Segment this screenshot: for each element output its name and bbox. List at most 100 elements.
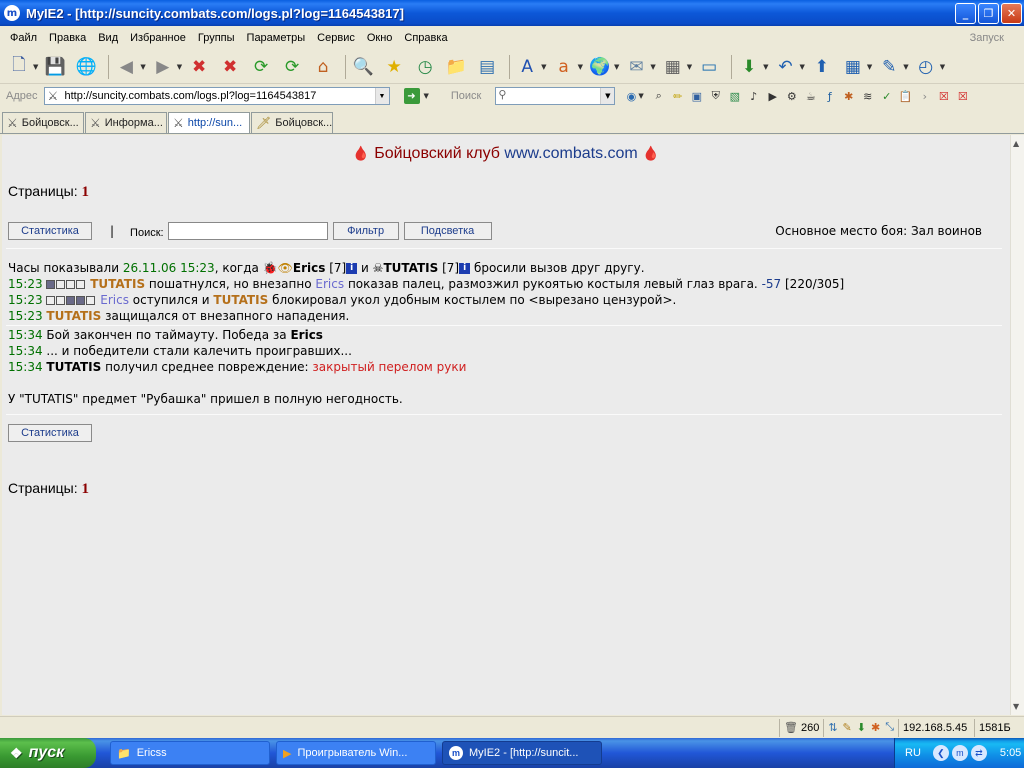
fullscreen-icon[interactable]: ▭ — [696, 54, 722, 80]
proxy-icon[interactable]: ▦ — [660, 54, 686, 80]
proxy-toggle-icon[interactable]: ✓ — [879, 88, 895, 104]
window-title: MyIE2 - [http://suncity.combats.com/logs… — [26, 5, 404, 21]
stop-icon[interactable]: ✖ — [186, 54, 212, 80]
upload-window-icon[interactable]: ⬆ — [809, 54, 835, 80]
task-media-player[interactable]: ▶ Проигрыватель Win... — [276, 741, 436, 765]
go-button[interactable]: ➜ — [403, 88, 420, 104]
notes-icon[interactable]: ▤ — [474, 54, 500, 80]
menu-favorites[interactable]: Избранное — [124, 32, 192, 44]
myie2-icon: m — [4, 5, 20, 21]
myie2-tray-icon[interactable]: m — [951, 745, 968, 761]
folder-icon[interactable]: 📁 — [443, 54, 469, 80]
menu-groups[interactable]: Группы — [192, 32, 241, 44]
site-link[interactable]: www.combats.com — [504, 145, 637, 162]
auto-refresh-icon[interactable]: ◴ — [913, 54, 939, 80]
menu-file[interactable]: Файл — [4, 32, 43, 44]
save-icon[interactable]: 💾 — [42, 54, 68, 80]
menu-tools[interactable]: Сервис — [311, 32, 361, 44]
background-icon[interactable]: ≋ — [860, 88, 876, 104]
page-number-link[interactable]: 1 — [82, 481, 90, 497]
address-input[interactable]: ⚔ http://suncity.combats.com/logs.pl?log… — [43, 87, 390, 105]
player-erics[interactable]: Erics — [293, 261, 325, 275]
address-dropdown-icon[interactable]: ▼ — [374, 88, 389, 104]
search-dropdown-icon[interactable]: ▼ — [600, 88, 615, 104]
stats-button[interactable]: Статистика — [8, 222, 92, 240]
address-url: http://suncity.combats.com/logs.pl?log=1… — [64, 90, 317, 102]
resize-icon[interactable]: ⤡ — [885, 721, 894, 734]
chevron-right-icon[interactable]: › — [917, 88, 933, 104]
tab-logs[interactable]: ⚔ http://sun... — [168, 112, 250, 133]
menu-view[interactable]: Вид — [92, 32, 124, 44]
videos-icon[interactable]: ▶ — [765, 88, 781, 104]
page-number-link[interactable]: 1 — [82, 184, 90, 200]
stop-all-icon[interactable]: ✖ — [217, 54, 243, 80]
download-manager-icon[interactable]: ⬇ — [857, 721, 866, 734]
encoding-icon[interactable]: a — [551, 54, 577, 80]
edit-page-icon[interactable]: ✎ — [876, 54, 902, 80]
log-search-input[interactable] — [167, 222, 328, 240]
highlight-icon[interactable]: ✏ — [670, 88, 686, 104]
download-icon[interactable]: ⬇ — [736, 54, 762, 80]
home-icon[interactable]: ⌂ — [310, 54, 336, 80]
language-indicator[interactable]: RU — [905, 747, 921, 759]
history-icon[interactable]: ◷ — [412, 54, 438, 80]
clipboard-icon[interactable]: 📋 — [898, 88, 914, 104]
minimize-button[interactable]: _ — [955, 3, 976, 24]
ads-filter-icon[interactable]: ⛨ — [708, 88, 724, 104]
tab-fight-club-2[interactable]: 🗡 Бойцовск... — [251, 112, 333, 133]
settings-icon[interactable]: ✱ — [871, 721, 880, 734]
network-icon[interactable]: ⇅ — [828, 721, 837, 734]
forward-icon[interactable]: ▶ — [150, 54, 176, 80]
paint-icon[interactable]: ✎ — [843, 721, 852, 734]
filter-button[interactable]: Фильтр — [332, 222, 399, 240]
tile-windows-icon[interactable]: ▦ — [840, 54, 866, 80]
search-icon[interactable]: 🔍 — [350, 54, 376, 80]
info-icon[interactable]: i — [346, 263, 358, 274]
menu-options[interactable]: Параметры — [241, 32, 312, 44]
task-myie2[interactable]: m MyIE2 - [http://suncit... — [442, 741, 602, 765]
sounds-icon[interactable]: ♪ — [746, 88, 762, 104]
start-button[interactable]: ❖ пуск — [0, 738, 96, 768]
log-line: 15:23 Erics оступился и TUTATIS блокиров… — [8, 293, 677, 307]
images-icon[interactable]: ▧ — [727, 88, 743, 104]
flash-icon[interactable]: ƒ — [822, 88, 838, 104]
refresh-icon[interactable]: ⟳ — [248, 54, 274, 80]
tab-info[interactable]: ⚔ Информа... — [85, 112, 167, 133]
trash-counter[interactable]: 🗑 260 — [778, 718, 823, 737]
work-offline-icon[interactable]: 🌐 — [73, 54, 99, 80]
new-page-icon[interactable]: 🗋 — [6, 54, 32, 80]
find-in-page-icon[interactable]: ⌕ — [651, 88, 667, 104]
close-tab-icon[interactable]: ☒ — [936, 88, 952, 104]
task-ericss[interactable]: 📁 Ericss — [110, 741, 270, 765]
highlight-button[interactable]: Подсветка — [403, 222, 492, 240]
title-bar[interactable]: m MyIE2 - [http://suncity.combats.com/lo… — [0, 0, 1024, 26]
back-icon[interactable]: ◀ — [113, 54, 139, 80]
search-input[interactable]: ⚲ ▼ — [495, 87, 616, 105]
activex-icon[interactable]: ⚙ — [784, 88, 800, 104]
favorites-star-icon[interactable]: ★ — [381, 54, 407, 80]
close-all-tabs-icon[interactable]: ☒ — [955, 88, 971, 104]
undo-close-icon[interactable]: ↶ — [773, 54, 799, 80]
scripts-icon[interactable]: ✱ — [841, 88, 857, 104]
tab-fight-club-1[interactable]: ⚔ Бойцовск... — [2, 112, 84, 133]
player-tutatis[interactable]: TUTATIS — [383, 261, 438, 275]
back-arrow-tray-icon[interactable]: ❮ — [932, 745, 949, 761]
menu-help[interactable]: Справка — [398, 32, 453, 44]
scroll-down-icon[interactable]: ▼ — [1013, 702, 1019, 711]
refresh-all-icon[interactable]: ⟳ — [279, 54, 305, 80]
menu-window[interactable]: Окно — [361, 32, 399, 44]
maximize-button[interactable]: ❐ — [978, 3, 999, 24]
info-icon[interactable]: i — [459, 263, 471, 274]
java-icon[interactable]: ☕ — [803, 88, 819, 104]
mail-icon[interactable]: ✉ — [623, 54, 649, 80]
menu-edit[interactable]: Правка — [43, 32, 92, 44]
close-button[interactable]: ✕ — [1001, 3, 1022, 24]
search-engine-icon[interactable]: ◉ — [623, 88, 639, 104]
font-size-icon[interactable]: A — [514, 54, 540, 80]
vertical-scrollbar[interactable]: ▲ ▼ — [1010, 135, 1024, 715]
stats-button-bottom[interactable]: Статистика — [8, 424, 92, 442]
globe-icon[interactable]: 🌍 — [587, 54, 613, 80]
network-tray-icon[interactable]: ⇄ — [970, 745, 987, 761]
popup-blocker-icon[interactable]: ▣ — [689, 88, 705, 104]
scroll-up-icon[interactable]: ▲ — [1013, 139, 1019, 148]
